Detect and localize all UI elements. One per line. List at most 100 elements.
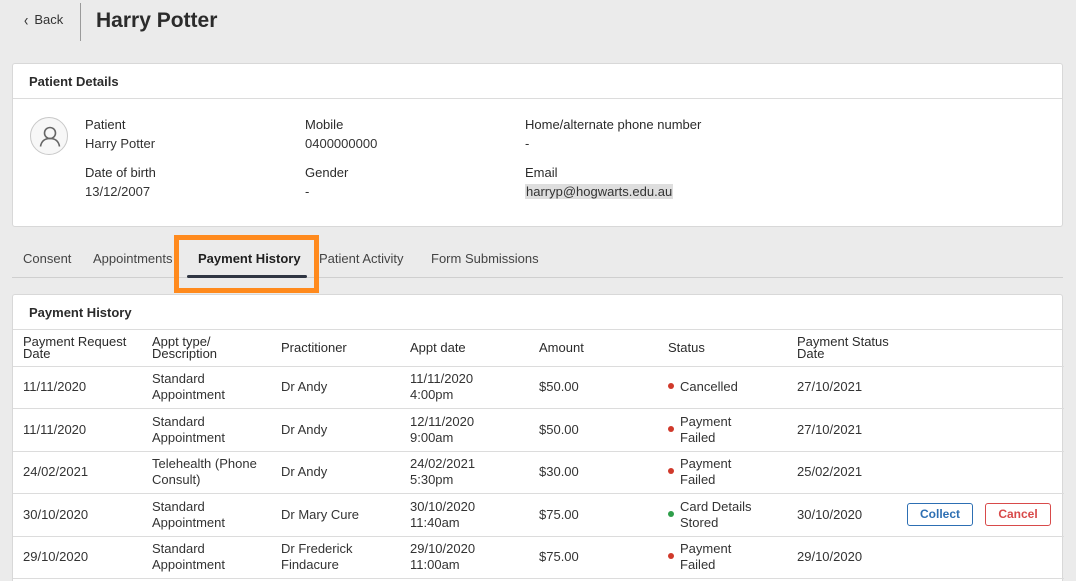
email-value[interactable]: harryp@hogwarts.edu.au [525, 184, 674, 199]
status-text: Card Details Stored [680, 498, 752, 530]
dob-field: Date of birth 13/12/2007 [85, 163, 156, 201]
column-header: Payment Request Date [13, 330, 142, 367]
payment-history-card: Payment History Payment Request Date App… [12, 294, 1064, 581]
patient-label: Patient [85, 117, 126, 132]
request-date-cell: 29/10/2020 [13, 536, 142, 579]
practitioner-cell: Dr Andy [271, 408, 400, 452]
status-cell: Card Details Stored [658, 493, 787, 537]
appt-date-cell: 30/10/2020 11:40am [400, 493, 529, 537]
table-row: 11/11/2020 Standard Appointment Dr Andy 12/… [13, 408, 1064, 452]
practitioner-cell: Dr Frederick Findacure [271, 536, 400, 579]
appt-date-cell: 12/11/2020 9:00am [400, 408, 529, 452]
tab-consent[interactable]: Consent [23, 251, 71, 266]
payment-history-title: Payment History [13, 295, 1062, 330]
status-text: Payment Failed [680, 541, 732, 573]
status-dot-icon [668, 468, 674, 475]
payment-history-table: Payment Request Date Appt type/ Descript… [13, 330, 1064, 579]
gender-value: - [305, 184, 310, 199]
collect-button[interactable]: Collect [907, 503, 973, 527]
cancel-button[interactable]: Cancel [985, 503, 1051, 527]
status-date-cell: 25/02/2021 [787, 451, 897, 494]
column-header: Appt type/ Description [142, 330, 271, 367]
column-header: Payment Status Date [787, 330, 897, 367]
status-text: Cancelled [680, 379, 738, 395]
status-cell: Cancelled [658, 366, 787, 409]
appt-type-cell: Standard Appointment [142, 536, 271, 579]
appt-date-cell: 11/11/2020 4:00pm [400, 366, 529, 409]
status-dot-icon [668, 383, 674, 390]
status-date-cell: 29/10/2020 [787, 536, 897, 579]
table-row: 30/10/2020 Standard Appointment Dr Mary Cu… [13, 493, 1064, 537]
request-date-cell: 30/10/2020 [13, 493, 142, 537]
appt-type-cell: Standard Appointment [142, 493, 271, 537]
email-field: Email harryp@hogwarts.edu.au [525, 163, 674, 201]
actions-cell: Collect Cancel [897, 493, 1064, 537]
appt-type-cell: Telehealth (Phone Consult) [142, 451, 271, 494]
amount-cell: $30.00 [529, 451, 658, 494]
back-button[interactable]: ‹ Back [24, 9, 64, 30]
practitioner-cell: Dr Andy [271, 366, 400, 409]
table-row: 29/10/2020 Standard Appointment Dr Frederi… [13, 536, 1064, 579]
home-phone-field: Home/alternate phone number - [525, 115, 701, 153]
home-phone-value: - [525, 136, 530, 151]
amount-cell: $50.00 [529, 366, 658, 409]
gender-label: Gender [305, 165, 349, 180]
dob-value: 13/12/2007 [85, 184, 151, 199]
top-bar: ‹ Back Harry Potter [0, 0, 1076, 44]
amount-cell: $75.00 [529, 536, 658, 579]
appt-type-cell: Standard Appointment [142, 366, 271, 409]
mobile-field: Mobile 0400000000 [305, 115, 377, 153]
back-label: Back [34, 12, 64, 27]
actions-cell [897, 366, 1064, 409]
table-row: 11/11/2020 Standard Appointment Dr Andy 11/… [13, 366, 1064, 409]
gender-field: Gender - [305, 163, 348, 201]
column-header-actions [897, 330, 1064, 367]
title-divider [80, 3, 81, 41]
amount-cell: $50.00 [529, 408, 658, 452]
page-title: Harry Potter [96, 9, 218, 32]
actions-cell [897, 408, 1064, 452]
email-label: Email [525, 165, 558, 180]
patient-value: Harry Potter [85, 136, 156, 151]
table-header-row: Payment Request Date Appt type/ Descript… [13, 330, 1064, 367]
status-dot-icon [668, 425, 674, 432]
patient-field: Patient Harry Potter [85, 115, 155, 153]
mobile-value: 0400000000 [305, 136, 378, 151]
avatar-icon [30, 117, 68, 155]
request-date-cell: 11/11/2020 [13, 366, 142, 409]
status-dot-icon [668, 553, 674, 560]
patient-details-card: Patient Details Patient Harry Potter Dat… [12, 63, 1063, 227]
tab-form-submissions[interactable]: Form Submissions [431, 251, 539, 266]
actions-cell [897, 536, 1064, 579]
dob-label: Date of birth [85, 165, 156, 180]
tab-patient-activity[interactable]: Patient Activity [319, 251, 404, 266]
tab-bar: Consent Appointments Payment History Pat… [12, 246, 1063, 278]
column-header: Amount [529, 330, 658, 367]
status-text: Payment Failed [680, 456, 732, 488]
column-header: Practitioner [271, 330, 400, 367]
status-date-cell: 30/10/2020 [787, 493, 897, 537]
column-header: Appt date [400, 330, 529, 367]
status-date-cell: 27/10/2021 [787, 408, 897, 452]
status-cell: Payment Failed [658, 536, 787, 579]
status-text: Payment Failed [680, 413, 732, 445]
mobile-label: Mobile [305, 117, 344, 132]
home-phone-label: Home/alternate phone number [525, 117, 702, 132]
tab-appointments[interactable]: Appointments [93, 251, 173, 266]
actions-cell [897, 451, 1064, 494]
practitioner-cell: Dr Andy [271, 451, 400, 494]
appt-date-cell: 29/10/2020 11:00am [400, 536, 529, 579]
status-cell: Payment Failed [658, 451, 787, 494]
status-dot-icon [668, 510, 674, 517]
request-date-cell: 11/11/2020 [13, 408, 142, 452]
chevron-left-icon: ‹ [24, 9, 29, 30]
table-row: 24/02/2021 Telehealth (Phone Consult) Dr A… [13, 451, 1064, 494]
column-header: Status [658, 330, 787, 367]
status-cell: Payment Failed [658, 408, 787, 452]
status-date-cell: 27/10/2021 [787, 366, 897, 409]
amount-cell: $75.00 [529, 493, 658, 537]
request-date-cell: 24/02/2021 [13, 451, 142, 494]
patient-details-title: Patient Details [13, 64, 1062, 99]
practitioner-cell: Dr Mary Cure [271, 493, 400, 537]
highlight-box [174, 235, 319, 293]
